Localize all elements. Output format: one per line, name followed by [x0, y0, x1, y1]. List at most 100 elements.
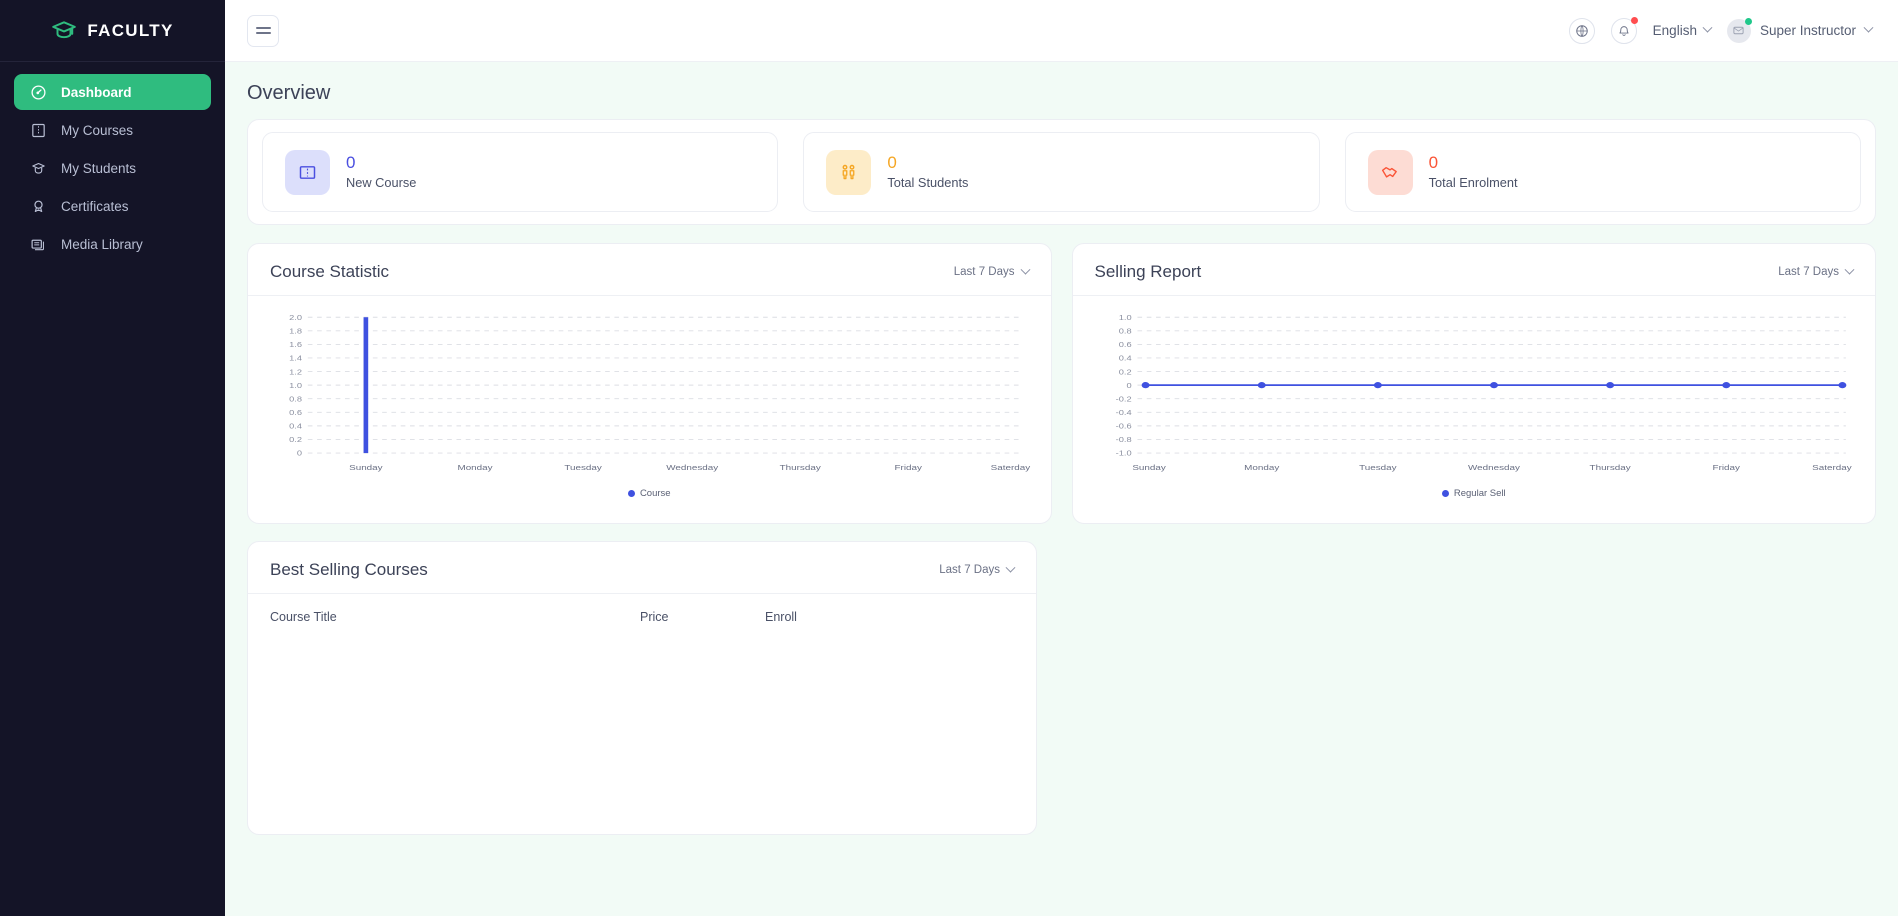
svg-text:0: 0 — [1126, 381, 1132, 390]
sidebar-item-dashboard[interactable]: Dashboard — [14, 74, 211, 110]
panel-header: Selling Report Last 7 Days — [1072, 244, 1875, 296]
stat-card-total-enrolment[interactable]: 0 Total Enrolment — [1344, 132, 1861, 212]
bottom-row: Best Selling Courses Last 7 Days Course … — [247, 541, 1876, 835]
user-menu[interactable]: Super Instructor — [1726, 17, 1874, 43]
column-header-price: Price — [640, 610, 669, 624]
panel-course-statistic: Course Statistic Last 7 Days 2.0 1.8 1.6… — [247, 243, 1052, 524]
globe-icon[interactable] — [1568, 17, 1595, 44]
svg-text:Wednesday: Wednesday — [666, 463, 719, 472]
chevron-down-icon — [1844, 264, 1855, 275]
svg-text:Wednesday: Wednesday — [1468, 463, 1521, 472]
sidebar-item-media-library[interactable]: Media Library — [14, 226, 211, 262]
svg-text:0: 0 — [297, 449, 303, 458]
svg-text:Thursday: Thursday — [780, 463, 822, 472]
svg-text:Monday: Monday — [1244, 463, 1280, 472]
svg-text:1.6: 1.6 — [289, 340, 302, 349]
best-selling-filter[interactable]: Last 7 Days — [939, 562, 1016, 576]
selling-report-legend: Regular Sell — [1091, 482, 1858, 513]
course-statistic-chart-wrap: 2.0 1.8 1.6 1.4 1.2 1.0 0.8 0.6 0.4 0.2 … — [248, 296, 1051, 523]
stat-label: Total Enrolment — [1428, 175, 1518, 191]
open-book-icon — [285, 149, 330, 195]
svg-text:1.8: 1.8 — [289, 327, 302, 336]
column-header-enroll: Enroll — [765, 610, 797, 624]
svg-text:-0.8: -0.8 — [1115, 435, 1131, 444]
topbar-right-group: English Super Instructor — [1568, 16, 1874, 44]
sidebar-item-my-courses[interactable]: My Courses — [14, 112, 211, 148]
hamburger-icon[interactable] — [247, 14, 279, 47]
stat-label: New Course — [346, 175, 417, 191]
student-badge-icon — [30, 160, 47, 177]
bar-sunday — [363, 317, 369, 454]
sidebar-item-label: Certificates — [61, 198, 129, 214]
online-status-dot — [1744, 17, 1752, 25]
graduation-cap-icon — [51, 18, 77, 44]
filter-label: Last 7 Days — [939, 564, 1000, 576]
filter-label: Last 7 Days — [953, 266, 1015, 278]
svg-text:Sunday: Sunday — [349, 463, 383, 472]
svg-text:1.0: 1.0 — [1118, 313, 1131, 322]
topbar: English Super Instructor — [225, 0, 1898, 62]
column-header-course-title: Course Title — [270, 610, 337, 624]
svg-text:Monday: Monday — [457, 463, 493, 472]
stat-card-total-students[interactable]: 0 Total Students — [803, 132, 1320, 212]
course-statistic-filter[interactable]: Last 7 Days — [953, 264, 1030, 278]
filter-label: Last 7 Days — [1778, 266, 1839, 278]
svg-text:0.2: 0.2 — [1118, 367, 1131, 376]
panel-header: Course Statistic Last 7 Days — [248, 244, 1051, 296]
bell-icon[interactable] — [1610, 16, 1638, 44]
panel-title: Best Selling Courses — [270, 560, 428, 579]
chevron-down-icon — [1005, 562, 1016, 573]
page-title: Overview — [247, 82, 331, 104]
chevron-down-icon — [1020, 264, 1030, 275]
sidebar-item-label: Dashboard — [61, 84, 132, 100]
language-label: English — [1652, 23, 1697, 38]
content-area: Overview 0 New Course 0 Total Students 0… — [225, 62, 1898, 916]
panel-header: Best Selling Courses Last 7 Days — [248, 542, 1036, 594]
course-statistic-chart: 2.0 1.8 1.6 1.4 1.2 1.0 0.8 0.6 0.4 0.2 … — [266, 310, 1033, 482]
stat-card-new-course[interactable]: 0 New Course — [262, 132, 779, 212]
svg-text:Saterday: Saterday — [991, 463, 1031, 472]
svg-text:Friday: Friday — [895, 463, 923, 472]
selling-report-filter[interactable]: Last 7 Days — [1778, 264, 1855, 278]
selling-report-chart-wrap: 1.0 0.8 0.6 0.4 0.2 0 -0.2 -0.4 -0.6 -0.… — [1073, 296, 1876, 523]
user-name-label: Super Instructor — [1759, 23, 1856, 38]
main-area: English Super Instructor Overview 0 New … — [225, 0, 1898, 916]
panel-best-selling-courses: Best Selling Courses Last 7 Days Course … — [247, 541, 1037, 835]
sidebar-item-certificates[interactable]: Certificates — [14, 188, 211, 224]
svg-text:Friday: Friday — [1712, 463, 1740, 472]
legend-marker — [1441, 490, 1449, 497]
bar-chart-svg: 2.0 1.8 1.6 1.4 1.2 1.0 0.8 0.6 0.4 0.2 … — [289, 313, 1031, 472]
handshake-icon — [1367, 149, 1413, 195]
svg-text:0.6: 0.6 — [1118, 340, 1131, 349]
panel-selling-report: Selling Report Last 7 Days 1.0 0.8 0.6 0… — [1071, 243, 1876, 524]
speedometer-icon — [30, 84, 47, 101]
stats-card-row: 0 New Course 0 Total Students 0 Total En… — [247, 119, 1876, 225]
sidebar-item-label: Media Library — [61, 236, 143, 252]
svg-text:0.8: 0.8 — [1118, 327, 1131, 336]
brand-name: FACULTY — [87, 20, 174, 40]
svg-text:Tuesday: Tuesday — [1359, 463, 1397, 472]
legend-label: Course — [639, 488, 671, 499]
stat-label: Total Students — [887, 175, 969, 191]
hamburger-bar — [255, 32, 271, 35]
selling-report-chart: 1.0 0.8 0.6 0.4 0.2 0 -0.2 -0.4 -0.6 -0.… — [1091, 310, 1858, 482]
svg-text:0.4: 0.4 — [1118, 354, 1131, 363]
sidebar-item-my-students[interactable]: My Students — [14, 150, 211, 186]
svg-text:2.0: 2.0 — [289, 313, 302, 322]
brand-logo-area[interactable]: FACULTY — [0, 0, 225, 62]
best-selling-table: Course Title Price Enroll — [248, 594, 1036, 834]
svg-text:0.6: 0.6 — [289, 408, 302, 417]
svg-text:Sunday: Sunday — [1132, 463, 1166, 472]
svg-text:1.4: 1.4 — [289, 354, 302, 363]
legend-label: Regular Sell — [1453, 488, 1506, 499]
svg-text:Saterday: Saterday — [1812, 463, 1852, 472]
svg-text:-1.0: -1.0 — [1115, 449, 1131, 458]
panel-title: Course Statistic — [270, 262, 390, 281]
book-icon — [30, 122, 47, 139]
legend-marker — [627, 490, 635, 497]
chevron-down-icon — [1702, 22, 1713, 33]
panel-title: Selling Report — [1094, 262, 1202, 281]
stat-value: 0 — [1428, 152, 1439, 172]
chevron-down-icon — [1863, 22, 1874, 33]
language-selector[interactable]: English — [1652, 22, 1713, 38]
